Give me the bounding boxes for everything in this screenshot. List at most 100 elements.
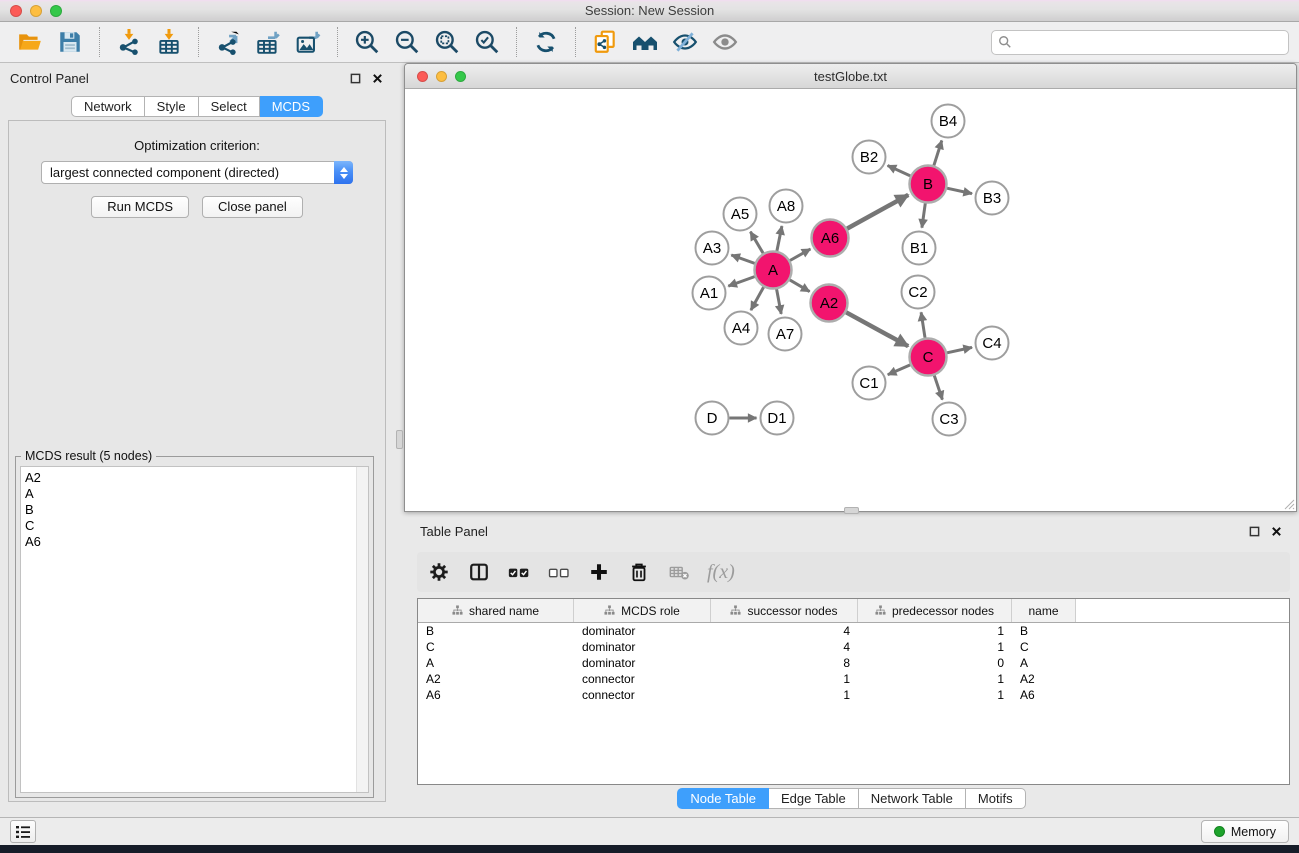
cell[interactable]: A6 bbox=[418, 687, 574, 703]
new-network-from-selection-button[interactable] bbox=[590, 26, 620, 58]
zoom-window-button[interactable] bbox=[50, 5, 62, 17]
splitter-handle-vertical[interactable] bbox=[396, 430, 403, 449]
destroy-table-button[interactable] bbox=[667, 558, 691, 586]
float-table-panel-icon[interactable] bbox=[1248, 525, 1261, 538]
column-header-shared-name[interactable]: shared name bbox=[418, 599, 574, 622]
float-panel-icon[interactable] bbox=[349, 72, 362, 85]
column-header-predecessor-nodes[interactable]: predecessor nodes bbox=[858, 599, 1012, 622]
graph-edge-A-A8[interactable] bbox=[777, 226, 782, 251]
cell[interactable]: A bbox=[418, 655, 574, 671]
table-row[interactable]: B dominator 4 1 B bbox=[418, 623, 1289, 639]
apply-layout-button[interactable] bbox=[531, 26, 561, 58]
criterion-dropdown[interactable]: largest connected component (directed) bbox=[41, 161, 353, 184]
network-window-titlebar[interactable]: testGlobe.txt bbox=[405, 64, 1296, 89]
graph-edge-C-C3[interactable] bbox=[934, 376, 942, 400]
cell[interactable]: 4 bbox=[711, 623, 858, 639]
network-canvas[interactable]: AA1A2A3A4A5A6A7A8BB1B2B3B4CC1C2C3C4DD1 bbox=[405, 89, 1296, 511]
list-item[interactable]: A6 bbox=[25, 534, 368, 550]
zoom-in-button[interactable] bbox=[352, 26, 382, 58]
list-item[interactable]: B bbox=[25, 502, 368, 518]
list-item[interactable]: A2 bbox=[25, 470, 368, 486]
list-item[interactable]: A bbox=[25, 486, 368, 502]
cell[interactable]: 1 bbox=[711, 687, 858, 703]
graph-edge-A6-B[interactable] bbox=[847, 195, 908, 229]
tab-network[interactable]: Network bbox=[71, 96, 145, 117]
splitter-handle-horizontal[interactable] bbox=[844, 507, 859, 514]
scrollbar-track[interactable] bbox=[356, 467, 368, 792]
cell[interactable]: dominator bbox=[574, 623, 711, 639]
graph-edge-A-A5[interactable] bbox=[750, 232, 763, 254]
open-file-button[interactable] bbox=[15, 26, 45, 58]
graph-edge-A-A2[interactable] bbox=[790, 280, 810, 292]
graph-edge-C-C2[interactable] bbox=[921, 312, 925, 337]
graph-edge-A-A4[interactable] bbox=[751, 287, 764, 310]
cell[interactable]: C bbox=[418, 639, 574, 655]
cell[interactable]: 4 bbox=[711, 639, 858, 655]
cell[interactable]: 0 bbox=[858, 655, 1012, 671]
close-network-button[interactable] bbox=[417, 71, 428, 82]
graph-edge-B-B2[interactable] bbox=[888, 166, 911, 176]
tab-node-table[interactable]: Node Table bbox=[677, 788, 769, 809]
save-session-button[interactable] bbox=[55, 26, 85, 58]
show-column-panel-button[interactable] bbox=[467, 558, 491, 586]
cell[interactable]: A bbox=[1012, 655, 1076, 671]
first-neighbors-button[interactable] bbox=[630, 26, 660, 58]
tab-select[interactable]: Select bbox=[199, 96, 260, 117]
close-panel-button[interactable]: Close panel bbox=[202, 196, 303, 218]
cell[interactable]: connector bbox=[574, 687, 711, 703]
cell[interactable]: A6 bbox=[1012, 687, 1076, 703]
zoom-network-button[interactable] bbox=[455, 71, 466, 82]
cell[interactable]: 1 bbox=[711, 671, 858, 687]
graph-edge-C-C1[interactable] bbox=[888, 365, 910, 375]
close-window-button[interactable] bbox=[10, 5, 22, 17]
function-builder-button[interactable]: f(x) bbox=[707, 558, 735, 586]
cell[interactable]: A2 bbox=[1012, 671, 1076, 687]
tab-motifs[interactable]: Motifs bbox=[966, 788, 1026, 809]
cell[interactable]: dominator bbox=[574, 655, 711, 671]
cell[interactable]: 1 bbox=[858, 623, 1012, 639]
cell[interactable]: 1 bbox=[858, 671, 1012, 687]
cell[interactable]: 1 bbox=[858, 639, 1012, 655]
tab-mcds[interactable]: MCDS bbox=[260, 96, 323, 117]
zoom-out-button[interactable] bbox=[392, 26, 422, 58]
graph-edge-A-A7[interactable] bbox=[777, 289, 782, 314]
cell[interactable]: 1 bbox=[858, 687, 1012, 703]
close-panel-icon[interactable] bbox=[371, 72, 384, 85]
cell[interactable]: B bbox=[1012, 623, 1076, 639]
tab-network-table[interactable]: Network Table bbox=[859, 788, 966, 809]
task-history-button[interactable] bbox=[10, 820, 36, 843]
table-settings-button[interactable] bbox=[427, 558, 451, 586]
graph-edge-A-A1[interactable] bbox=[728, 277, 754, 287]
graph-edge-A-A3[interactable] bbox=[731, 255, 754, 263]
delete-columns-button[interactable] bbox=[627, 558, 651, 586]
memory-button[interactable]: Memory bbox=[1201, 820, 1289, 843]
cell[interactable]: C bbox=[1012, 639, 1076, 655]
graph-edge-B-B1[interactable] bbox=[922, 203, 925, 227]
cell[interactable]: A2 bbox=[418, 671, 574, 687]
window-resize-grip[interactable] bbox=[1283, 498, 1295, 510]
network-graph[interactable]: AA1A2A3A4A5A6A7A8BB1B2B3B4CC1C2C3C4DD1 bbox=[405, 89, 1296, 511]
column-header-mcds-role[interactable]: MCDS role bbox=[574, 599, 711, 622]
import-table-button[interactable] bbox=[154, 26, 184, 58]
search-box[interactable] bbox=[991, 30, 1289, 55]
search-input[interactable] bbox=[1017, 35, 1282, 50]
export-table-button[interactable] bbox=[253, 26, 283, 58]
deselect-all-rows-button[interactable] bbox=[547, 558, 571, 586]
hide-selected-button[interactable] bbox=[670, 26, 700, 58]
tab-style[interactable]: Style bbox=[145, 96, 199, 117]
cell[interactable]: dominator bbox=[574, 639, 711, 655]
graph-edge-B-B4[interactable] bbox=[934, 141, 942, 166]
table-row[interactable]: A6 connector 1 1 A6 bbox=[418, 687, 1289, 703]
table-row[interactable]: A dominator 8 0 A bbox=[418, 655, 1289, 671]
cell[interactable]: connector bbox=[574, 671, 711, 687]
table-row[interactable]: A2 connector 1 1 A2 bbox=[418, 671, 1289, 687]
graph-edge-C-C4[interactable] bbox=[947, 347, 972, 352]
show-all-button[interactable] bbox=[710, 26, 740, 58]
minimize-network-button[interactable] bbox=[436, 71, 447, 82]
column-header-name[interactable]: name bbox=[1012, 599, 1076, 622]
graph-edge-A2-C[interactable] bbox=[846, 312, 908, 346]
export-image-button[interactable] bbox=[293, 26, 323, 58]
zoom-fit-button[interactable] bbox=[432, 26, 462, 58]
table-row[interactable]: C dominator 4 1 C bbox=[418, 639, 1289, 655]
minimize-window-button[interactable] bbox=[30, 5, 42, 17]
